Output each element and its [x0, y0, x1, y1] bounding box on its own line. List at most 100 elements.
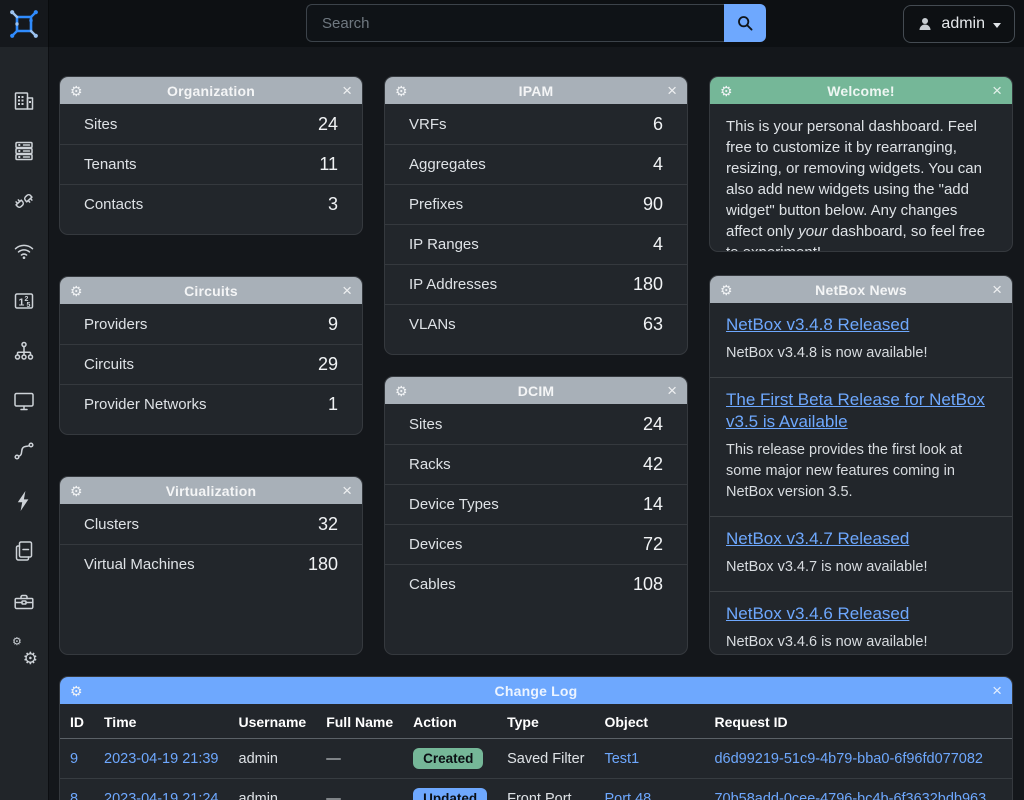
top-navbar: admin: [0, 0, 1024, 47]
changelog-table-body: 92023-04-19 21:39admin—CreatedSaved Filt…: [60, 739, 1012, 800]
dashboard-columns: ⚙Organization×Sites24Tenants11Contacts3⚙…: [59, 76, 1013, 655]
column-header: Full Name: [316, 704, 403, 739]
building-icon: [12, 89, 36, 113]
close-icon[interactable]: ×: [342, 82, 352, 99]
widget-title: NetBox News: [710, 282, 1012, 298]
widget-title: IPAM: [385, 83, 687, 99]
gear-icon[interactable]: ⚙: [70, 484, 83, 498]
stat-row: Circuits29: [60, 344, 362, 384]
column-header: Username: [229, 704, 317, 739]
news-link[interactable]: NetBox v3.4.8 Released: [726, 314, 909, 335]
close-icon[interactable]: ×: [667, 82, 677, 99]
cell-object: Port 48: [594, 779, 704, 800]
stat-value: 180: [308, 554, 338, 575]
close-icon[interactable]: ×: [667, 382, 677, 399]
close-icon[interactable]: ×: [992, 82, 1002, 99]
stat-row: Provider Networks1: [60, 384, 362, 424]
cell-type: Front Port: [497, 779, 594, 800]
stat-label: IP Addresses: [409, 276, 497, 293]
widget-header: ⚙Virtualization×: [60, 477, 362, 504]
netbox-logo[interactable]: [0, 0, 49, 47]
sidebar-item-connections[interactable]: [12, 189, 36, 213]
global-search: [306, 4, 766, 42]
sidebar-item-power[interactable]: [12, 489, 36, 513]
changelog-id-link[interactable]: 9: [70, 751, 78, 767]
stat-value: 24: [318, 114, 338, 135]
search-input[interactable]: [306, 4, 724, 42]
stat-label: Contacts: [84, 196, 143, 213]
gear-icon[interactable]: ⚙: [395, 84, 408, 98]
close-icon[interactable]: ×: [992, 281, 1002, 298]
sidebar-item-provisioning[interactable]: [12, 539, 36, 563]
close-icon[interactable]: ×: [992, 682, 1002, 699]
sidebar-item-organization[interactable]: [12, 89, 36, 113]
stat-label: Circuits: [84, 356, 134, 373]
sidebar-item-ipam[interactable]: 125: [12, 289, 36, 313]
cell-request-id: 70b58add-0cee-4796-bc4b-6f3632bdb963: [704, 779, 1012, 800]
sidebar-item-admin[interactable]: ⚙⚙: [12, 639, 36, 663]
table-row: 82023-04-19 21:24admin—UpdatedFront Port…: [60, 779, 1012, 800]
sidebar-item-devices[interactable]: [12, 139, 36, 163]
widget-header: ⚙Organization×: [60, 77, 362, 104]
sidebar-item-virtualization[interactable]: [12, 389, 36, 413]
gear-icon[interactable]: ⚙: [720, 84, 733, 98]
toolbox-icon: [12, 589, 36, 613]
news-link[interactable]: NetBox v3.4.7 Released: [726, 528, 909, 549]
sidebar-item-customization[interactable]: [12, 589, 36, 613]
stat-row: Virtual Machines180: [60, 544, 362, 584]
gear-icon[interactable]: ⚙: [70, 684, 83, 698]
widget-body: VRFs6Aggregates4Prefixes90IP Ranges4IP A…: [385, 104, 687, 344]
close-icon[interactable]: ×: [342, 482, 352, 499]
changelog-object-link[interactable]: Port 48: [604, 791, 651, 800]
search-button[interactable]: [724, 4, 766, 42]
cell-action: Updated: [403, 779, 497, 800]
stat-row: Sites24: [60, 104, 362, 144]
widget-header: ⚙IPAM×: [385, 77, 687, 104]
stat-label: Clusters: [84, 516, 139, 533]
news-summary: NetBox v3.4.7 is now available!: [726, 557, 996, 578]
news-summary: NetBox v3.4.8 is now available!: [726, 343, 996, 364]
widget-dcim: ⚙DCIM×Sites24Racks42Device Types14Device…: [384, 376, 688, 655]
news-link[interactable]: NetBox v3.4.6 Released: [726, 603, 909, 624]
cell-request-id: d6d99219-51c9-4b79-bba0-6f96fd077082: [704, 739, 1012, 779]
sidebar-item-circuits[interactable]: [12, 439, 36, 463]
stat-value: 1: [328, 394, 338, 415]
table-header-row: IDTimeUsernameFull NameActionTypeObjectR…: [60, 704, 1012, 739]
stat-label: Racks: [409, 456, 451, 473]
cell-action: Created: [403, 739, 497, 779]
widget-header: ⚙Welcome!×: [710, 77, 1012, 104]
changelog-object-link[interactable]: Test1: [604, 751, 639, 767]
gear-icon[interactable]: ⚙: [395, 384, 408, 398]
widget-title: Welcome!: [710, 83, 1012, 99]
widget-body: NetBox v3.4.8 Released NetBox v3.4.8 is n…: [710, 303, 1012, 655]
search-icon: [736, 14, 754, 32]
cell-username: admin: [229, 739, 317, 779]
gears-icon: ⚙⚙: [12, 639, 36, 663]
netbox-logo-icon: [7, 7, 41, 41]
gear-icon[interactable]: ⚙: [70, 84, 83, 98]
changelog-request-id-link[interactable]: d6d99219-51c9-4b79-bba0-6f96fd077082: [714, 751, 982, 767]
gear-icon[interactable]: ⚙: [720, 283, 733, 297]
stat-value: 32: [318, 514, 338, 535]
changelog-request-id-link[interactable]: 70b58add-0cee-4796-bc4b-6f3632bdb963: [714, 791, 986, 800]
wifi-icon: [12, 239, 36, 263]
dashboard-column-3: ⚙Welcome!×This is your personal dashboar…: [709, 76, 1013, 655]
widget-organization: ⚙Organization×Sites24Tenants11Contacts3: [59, 76, 363, 235]
sidebar-item-wireless[interactable]: [12, 239, 36, 263]
welcome-text-before: This is your personal dashboard. Feel fr…: [726, 118, 982, 240]
gear-icon[interactable]: ⚙: [70, 284, 83, 298]
dashboard: ⚙Organization×Sites24Tenants11Contacts3⚙…: [49, 47, 1024, 800]
changelog-slot: ⚙Change Log×IDTimeUsernameFull NameActio…: [59, 676, 1013, 800]
changelog-id-link[interactable]: 8: [70, 791, 78, 800]
sidebar-item-topology[interactable]: [12, 339, 36, 363]
close-icon[interactable]: ×: [342, 282, 352, 299]
changelog-time-link[interactable]: 2023-04-19 21:24: [104, 791, 219, 800]
news-link[interactable]: The First Beta Release for NetBox v3.5 i…: [726, 389, 996, 432]
changelog-table-head: IDTimeUsernameFull NameActionTypeObjectR…: [60, 704, 1012, 739]
stat-value: 6: [653, 114, 663, 135]
monitor-icon: [12, 389, 36, 413]
user-menu-button[interactable]: admin: [903, 5, 1015, 43]
widget-body: Sites24Tenants11Contacts3: [60, 104, 362, 224]
cell-time: 2023-04-19 21:24: [94, 779, 229, 800]
changelog-time-link[interactable]: 2023-04-19 21:39: [104, 751, 219, 767]
